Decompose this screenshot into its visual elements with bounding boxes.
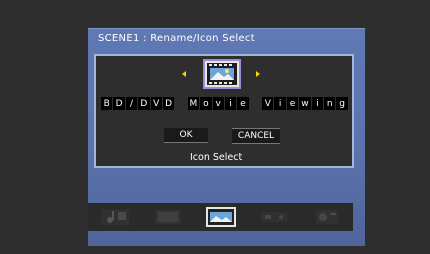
name-char-box[interactable]: v xyxy=(212,97,224,110)
icon-strip xyxy=(88,203,353,231)
movie-film-icon xyxy=(205,61,239,87)
name-char-box[interactable]: D xyxy=(138,97,150,110)
name-char-box[interactable]: B xyxy=(101,97,113,110)
movie-film-icon[interactable] xyxy=(204,206,238,228)
name-char-box[interactable]: w xyxy=(299,97,311,110)
name-char-box[interactable]: / xyxy=(125,97,138,110)
name-char-box[interactable]: i xyxy=(224,97,237,110)
name-char-box[interactable]: M xyxy=(187,97,200,110)
name-char-box[interactable]: i xyxy=(311,97,324,110)
name-char-box[interactable]: D xyxy=(113,97,125,110)
name-char-box[interactable]: e xyxy=(286,97,299,110)
music-icon[interactable] xyxy=(98,206,132,228)
scene-name-field[interactable]: B D / D V D Movie Viewing xyxy=(101,97,348,110)
name-char-box[interactable] xyxy=(249,97,262,110)
name-char-box[interactable]: e xyxy=(237,97,249,110)
name-char-box[interactable]: g xyxy=(336,97,348,110)
name-char-box[interactable] xyxy=(175,97,187,110)
name-char-box[interactable]: V xyxy=(262,97,274,110)
icon-select-label: Icon Select xyxy=(190,152,243,163)
arrow-left-icon[interactable] xyxy=(182,71,186,77)
game-icon[interactable] xyxy=(257,206,291,228)
ok-button[interactable]: OK xyxy=(164,128,208,143)
cancel-button[interactable]: CANCEL xyxy=(232,128,280,144)
name-char-box[interactable]: o xyxy=(200,97,212,110)
name-char-box[interactable]: i xyxy=(274,97,286,110)
selected-icon-frame[interactable] xyxy=(203,59,241,89)
radio-icon[interactable] xyxy=(310,206,344,228)
name-char-box[interactable]: D xyxy=(162,97,175,110)
name-char-box[interactable]: V xyxy=(150,97,162,110)
name-char-box[interactable]: n xyxy=(324,97,336,110)
tv-icon[interactable] xyxy=(151,206,185,228)
panel-title: SCENE1 : Rename/Icon Select xyxy=(98,33,255,44)
arrow-right-icon[interactable] xyxy=(256,71,260,77)
